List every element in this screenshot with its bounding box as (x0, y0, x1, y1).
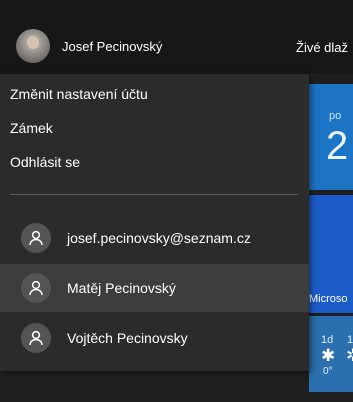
weather-day-1: 1d (321, 334, 334, 346)
menu-item-label: Odhlásit se (10, 154, 81, 170)
account-label: Matěj Pecinovský (67, 280, 176, 296)
calendar-tile[interactable]: po 2 (309, 84, 353, 190)
account-label: Vojtěch Pecinovsky (67, 330, 188, 346)
calendar-day: po (329, 110, 342, 122)
change-account-settings-item[interactable]: Změnit nastavení účtu (0, 77, 309, 113)
start-menu-screen: Josef Pecinovský Živé dlaž po 2 Microso … (0, 0, 353, 402)
weather-tile[interactable]: 1d 1 ✱ ✲ 0° (309, 316, 353, 392)
user-name: Josef Pecinovský (62, 38, 163, 54)
menu-separator (10, 194, 298, 195)
weather-day-2: 1 (347, 334, 353, 346)
person-avatar-icon (21, 273, 51, 303)
account-row-vojtech[interactable]: Vojtěch Pecinovsky (0, 314, 309, 362)
weather-temp: 0° (323, 366, 333, 377)
person-avatar-icon (21, 223, 51, 253)
lock-item[interactable]: Zámek (0, 111, 309, 147)
menu-item-label: Zámek (10, 120, 53, 136)
account-row-matej[interactable]: Matěj Pecinovský (0, 264, 309, 312)
user-account-button[interactable]: Josef Pecinovský (16, 28, 206, 64)
sign-out-item[interactable]: Odhlásit se (0, 145, 309, 181)
user-photo (16, 29, 50, 63)
account-label: josef.pecinovsky@seznam.cz (67, 230, 251, 246)
snowflake-icon: ✲ (346, 346, 353, 366)
start-header: Josef Pecinovský Živé dlaž (0, 0, 353, 74)
calendar-date: 2 (326, 124, 349, 168)
tiles-group-title: Živé dlaž (296, 40, 349, 55)
microsoft-tile-label: Microso (309, 293, 348, 305)
menu-item-label: Změnit nastavení účtu (10, 86, 148, 102)
account-menu: Změnit nastavení účtu Zámek Odhlásit se … (0, 74, 309, 371)
account-row-josef[interactable]: josef.pecinovsky@seznam.cz (0, 214, 309, 262)
person-avatar-icon (21, 323, 51, 353)
snowflake-icon: ✱ (321, 346, 336, 365)
microsoft-tile[interactable]: Microso (309, 195, 353, 313)
